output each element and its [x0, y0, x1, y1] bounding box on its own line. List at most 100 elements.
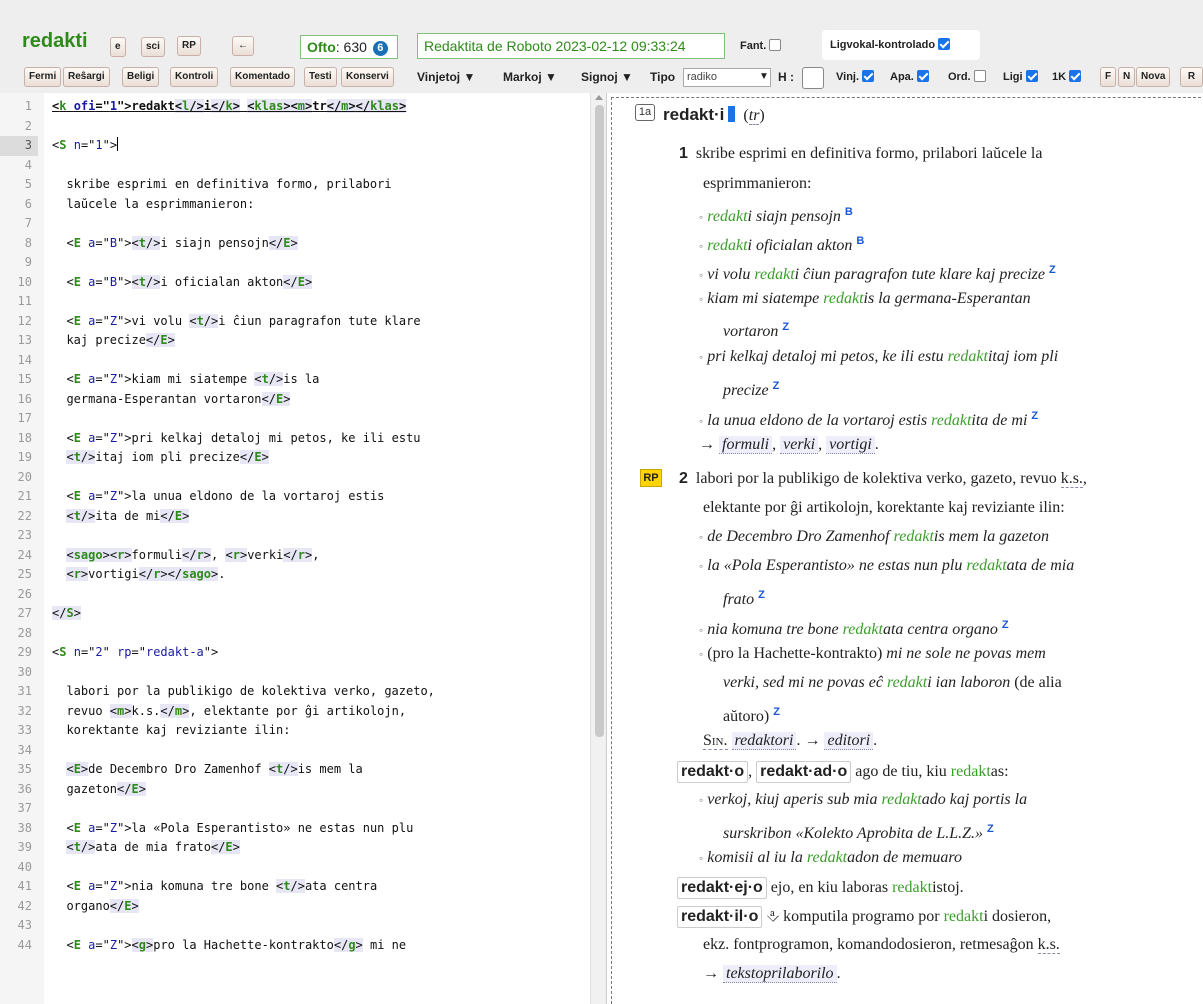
editor-line[interactable]: 40 — [0, 858, 590, 878]
beligi-button[interactable]: Beligi — [122, 67, 160, 87]
editor-line[interactable]: 29 <S n="2" rp="redakt-a"> — [0, 643, 590, 663]
editor-line[interactable]: 7 — [0, 214, 590, 234]
source-badge[interactable]: B — [856, 235, 864, 247]
testi-button[interactable]: Testi — [304, 67, 337, 87]
markoj-menu[interactable]: Markoj ▼ — [503, 70, 557, 84]
source-badge[interactable]: Z — [758, 589, 765, 601]
komentado-button[interactable]: Komentado — [230, 67, 295, 87]
editor-line[interactable]: 14 — [0, 351, 590, 371]
1k-option[interactable]: 1K — [1052, 70, 1082, 83]
ord-option[interactable]: Ord. — [948, 70, 986, 83]
source-badge[interactable]: Z — [773, 706, 780, 718]
editor-line[interactable]: 35 <E>de Decembro Dro Zamenhof <t/>is me… — [0, 760, 590, 780]
editor-line[interactable]: 30 — [0, 663, 590, 683]
kontroli-button[interactable]: Kontroli — [170, 67, 219, 87]
editor-line[interactable]: 20 — [0, 468, 590, 488]
ligi-checkbox[interactable] — [1025, 70, 1038, 82]
editor-line[interactable]: 25 <r>vortigi</r></sago>. — [0, 565, 590, 585]
vinjetoj-menu[interactable]: Vinjetoj ▼ — [417, 70, 475, 84]
1k-checkbox[interactable] — [1069, 70, 1082, 82]
ligvokal-option[interactable]: Ligvokal-kontrolado — [822, 30, 980, 60]
editor-scrollbar[interactable] — [590, 93, 606, 1004]
editor-line[interactable]: 6 laŭcele la esprimmanieron: — [0, 195, 590, 215]
editor-line[interactable]: 5 skribe esprimi en definitiva formo, pr… — [0, 175, 590, 195]
editor-line[interactable]: 28 — [0, 624, 590, 644]
rp-button[interactable]: RP — [177, 36, 201, 56]
rp-badge[interactable]: RP — [640, 469, 662, 487]
editor-line[interactable]: 27 </S> — [0, 604, 590, 624]
editor-line[interactable]: 34 — [0, 741, 590, 761]
editor-line[interactable]: 15 <E a="Z">kiam mi siatempe <t/>is la — [0, 370, 590, 390]
ref-link[interactable]: formuli — [719, 436, 773, 454]
ref-link[interactable]: vortigi — [826, 436, 875, 454]
abbrev[interactable]: k.s. — [1037, 936, 1060, 954]
vinj-option[interactable]: Vinj. — [836, 70, 875, 83]
sin-label[interactable]: Sin. — [703, 732, 728, 750]
source-badge[interactable]: Z — [1031, 410, 1038, 422]
ref-link[interactable]: tekstoprilaborilo — [723, 965, 837, 983]
source-badge[interactable]: Z — [1002, 619, 1009, 631]
f-button[interactable]: F — [1100, 67, 1117, 87]
editor-line[interactable]: 1 <k ofi="1">redakt<l/>i</k> <klas><m>tr<… — [0, 97, 590, 117]
fant-checkbox[interactable] — [769, 39, 782, 51]
editor-line[interactable]: 42 organo</E> — [0, 897, 590, 917]
editor-line[interactable]: 16 germana-Esperantan vortaron</E> — [0, 390, 590, 410]
editor-line[interactable]: 3 <S n="1"> — [0, 136, 590, 156]
source-badge[interactable]: Z — [782, 321, 789, 333]
editor-line[interactable]: 22 <t/>ita de mi</E> — [0, 507, 590, 527]
vinj-checkbox[interactable] — [862, 70, 875, 82]
resxargi-button[interactable]: Reŝargi — [63, 67, 110, 87]
fermi-button[interactable]: Fermi — [24, 67, 62, 87]
editor-line[interactable]: 39 <t/>ata de mia frato</E> — [0, 838, 590, 858]
editor-line[interactable]: 41 <E a="Z">nia komuna tre bone <t/>ata … — [0, 877, 590, 897]
xml-editor[interactable]: 1 <k ofi="1">redakt<l/>i</k> <klas><m>tr<… — [0, 93, 607, 1004]
ref-link[interactable]: editori — [824, 732, 874, 750]
apa-checkbox[interactable] — [916, 70, 929, 82]
ref-link[interactable]: redaktori — [731, 732, 797, 750]
kap-tag[interactable]: 1a — [635, 104, 655, 121]
ligvokal-checkbox[interactable] — [938, 38, 951, 50]
chevron-down-icon[interactable]: ▼ — [759, 71, 769, 82]
editor-line[interactable]: 32 revuo <m>k.s.</m>, elektante por ĝi a… — [0, 702, 590, 722]
ofto-badge[interactable]: 6 — [372, 41, 388, 56]
ref-link[interactable]: verki — [780, 436, 819, 454]
editor-line[interactable]: 12 <E a="Z">vi volu <t/>i ĉiun paragrafo… — [0, 312, 590, 332]
editor-line[interactable]: 8 <E a="B"><t/>i siajn pensojn</E> — [0, 234, 590, 254]
e-button[interactable]: e — [110, 37, 126, 57]
word-class[interactable]: tr — [748, 107, 760, 125]
editor-line[interactable]: 31 labori por la publikigo de kolektiva … — [0, 682, 590, 702]
editor-line[interactable]: 33 korektante kaj reviziante ilin: — [0, 721, 590, 741]
sci-button[interactable]: sci — [141, 37, 165, 57]
scroll-up-icon[interactable] — [595, 95, 603, 100]
nova-button[interactable]: Nova — [1136, 67, 1171, 87]
editor-line[interactable]: 36 gazeton</E> — [0, 780, 590, 800]
editor-line[interactable]: 9 — [0, 253, 590, 273]
fant-option[interactable]: Fant. — [740, 39, 782, 52]
tipo-select[interactable]: radiko — [683, 68, 771, 87]
source-badge[interactable]: Z — [987, 823, 994, 835]
editor-line[interactable]: 17 — [0, 409, 590, 429]
n-button[interactable]: N — [1118, 67, 1136, 87]
h-input[interactable] — [802, 67, 824, 89]
source-badge[interactable]: Z — [1049, 264, 1056, 276]
ord-checkbox[interactable] — [973, 70, 986, 82]
editor-line[interactable]: 26 — [0, 585, 590, 605]
editor-line[interactable]: 37 — [0, 799, 590, 819]
back-arrow-button[interactable]: ← — [232, 36, 254, 56]
editor-line[interactable]: 19 <t/>itaj iom pli precize</E> — [0, 448, 590, 468]
apa-option[interactable]: Apa. — [890, 70, 929, 83]
editor-line[interactable]: 10 <E a="B"><t/>i oficialan akton</E> — [0, 273, 590, 293]
konservi-button[interactable]: Konservi — [341, 67, 394, 87]
source-badge[interactable]: Z — [773, 380, 780, 392]
editor-scroll-thumb[interactable] — [595, 105, 604, 737]
editor-line[interactable]: 13 kaj precize</E> — [0, 331, 590, 351]
editor-line[interactable]: 11 — [0, 292, 590, 312]
r-button[interactable]: R — [1180, 67, 1203, 87]
editor-line[interactable]: 24 <sago><r>formuli</r>, <r>verki</r>, — [0, 546, 590, 566]
editor-line[interactable]: 4 — [0, 156, 590, 176]
abbrev[interactable]: k.s. — [1060, 470, 1083, 488]
editor-line[interactable]: 23 — [0, 526, 590, 546]
editor-line[interactable]: 2 — [0, 117, 590, 137]
editor-line[interactable]: 18 <E a="Z">pri kelkaj detaloj mi petos,… — [0, 429, 590, 449]
source-badge[interactable]: B — [845, 206, 853, 218]
